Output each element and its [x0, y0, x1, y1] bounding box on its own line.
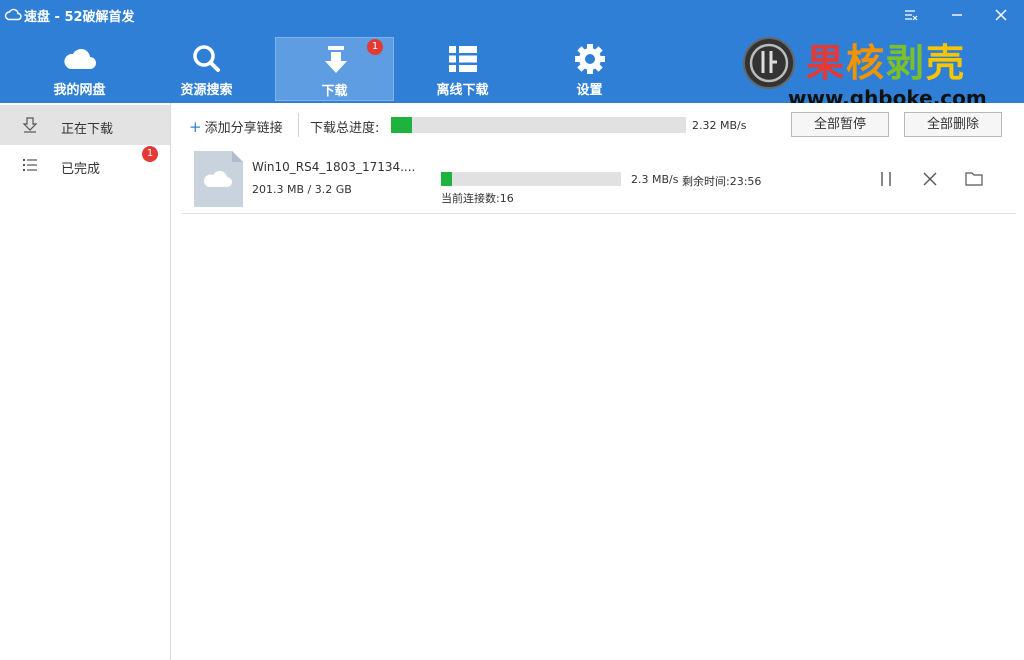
minimize-button[interactable]	[946, 4, 968, 26]
cancel-button[interactable]	[920, 169, 940, 189]
pause-all-button[interactable]: 全部暂停	[791, 112, 889, 137]
cloud-icon	[64, 49, 96, 69]
sidebar-item-label: 已完成	[61, 162, 101, 177]
download-tray-icon	[22, 117, 38, 133]
logo-badge-icon	[743, 37, 795, 89]
sidebar-item-completed[interactable]: 已完成 1	[0, 145, 170, 185]
menu-icon	[905, 10, 918, 21]
nav-label: 资源搜索	[180, 83, 233, 98]
download-list: Win10_RS4_1803_17134.... 201.3 MB / 3.2 …	[181, 145, 1016, 660]
download-count-badge: 1	[367, 39, 383, 55]
sidebar: 正在下载 已完成 1	[0, 103, 171, 660]
total-progress-label: 下载总进度:	[310, 121, 380, 136]
download-progress-bar	[441, 172, 621, 186]
close-icon	[995, 9, 1007, 21]
remaining-time: 剩余时间:23:56	[682, 175, 762, 188]
pause-button[interactable]	[876, 169, 896, 189]
open-folder-button[interactable]	[964, 169, 984, 189]
add-link-label: 添加分享链接	[204, 121, 283, 136]
nav-label: 下载	[321, 84, 348, 99]
add-share-link-button[interactable]: + 添加分享链接	[189, 117, 283, 136]
nav-offline-download[interactable]: 离线下载	[403, 37, 522, 101]
menu-button[interactable]	[900, 4, 922, 26]
completed-count-badge: 1	[142, 146, 158, 162]
nav-label: 我的网盘	[53, 83, 106, 98]
toolbar-divider	[298, 113, 299, 137]
logo-text: 果核剥壳	[806, 41, 967, 85]
gear-icon	[575, 44, 605, 74]
total-progress-fill	[391, 117, 412, 133]
folder-icon	[965, 172, 983, 186]
close-icon	[923, 172, 937, 186]
nav-resource-search[interactable]: 资源搜索	[147, 37, 266, 101]
sidebar-item-downloading[interactable]: 正在下载	[0, 105, 170, 145]
list-item[interactable]: Win10_RS4_1803_17134.... 201.3 MB / 3.2 …	[181, 145, 1016, 214]
close-window-button[interactable]	[990, 4, 1012, 26]
pause-icon	[881, 172, 891, 186]
nav-my-cloud[interactable]: 我的网盘	[20, 37, 139, 101]
plus-icon: +	[189, 118, 202, 136]
download-icon	[325, 46, 347, 73]
file-name: Win10_RS4_1803_17134....	[252, 160, 416, 174]
list-grid-icon	[449, 46, 477, 72]
download-toolbar: + 添加分享链接 下载总进度: 2.32 MB/s 全部暂停 全部删除	[171, 103, 1024, 145]
file-cloud-icon	[194, 151, 243, 207]
list-icon	[23, 159, 37, 171]
sidebar-item-label: 正在下载	[61, 122, 114, 137]
total-speed: 2.32 MB/s	[692, 119, 747, 132]
nav-settings[interactable]: 设置	[530, 37, 649, 101]
title-bar: 速盘 - 52破解首发	[0, 0, 1024, 30]
search-icon	[193, 45, 220, 72]
total-progress-bar	[391, 117, 686, 133]
download-progress-fill	[441, 172, 452, 186]
minimize-icon	[952, 14, 962, 16]
cloud-icon	[4, 8, 22, 21]
nav-download[interactable]: 下载 1	[275, 37, 394, 101]
window-title: 速盘 - 52破解首发	[24, 10, 135, 25]
download-speed: 2.3 MB/s	[631, 173, 679, 186]
file-size: 201.3 MB / 3.2 GB	[252, 183, 352, 196]
nav-label: 离线下载	[436, 83, 489, 98]
delete-all-button[interactable]: 全部删除	[904, 112, 1002, 137]
watermark-logo: 果核剥壳 www.ghboke.com	[742, 34, 1006, 110]
connection-count: 当前连接数:16	[441, 192, 514, 205]
nav-label: 设置	[576, 83, 603, 98]
